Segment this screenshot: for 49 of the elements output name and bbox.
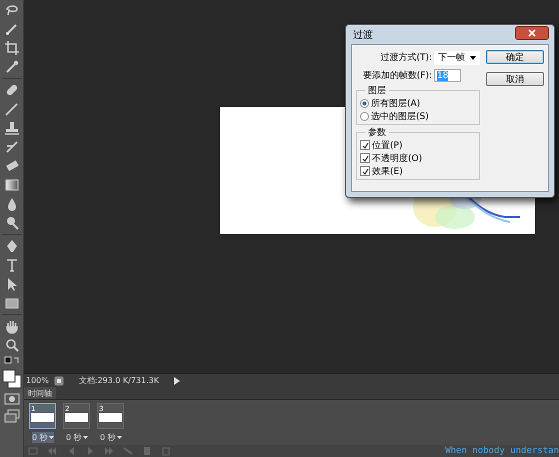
frame-delay[interactable]: 0 秒 <box>66 432 88 443</box>
option-label: 效果(E) <box>372 166 403 178</box>
history-brush-icon[interactable] <box>4 139 20 155</box>
close-button[interactable] <box>515 26 549 40</box>
frame-thumbnail <box>31 413 54 422</box>
frame-thumbnail <box>65 413 88 422</box>
group-title: 参数 <box>365 126 389 139</box>
field-label: 要添加的帧数(F): <box>362 70 432 82</box>
crop-icon[interactable] <box>4 40 20 56</box>
field-label: 过渡方式(T): <box>380 52 432 64</box>
eyedropper-icon[interactable] <box>4 59 20 75</box>
option-label: 不透明度(O) <box>372 152 422 164</box>
option-label: 选中的图层(S) <box>371 110 429 122</box>
caret-icon <box>48 436 54 439</box>
eraser-icon[interactable] <box>4 158 20 174</box>
caret-icon <box>116 436 122 439</box>
swap-colors-icon[interactable] <box>4 356 20 366</box>
quick-mask-icon[interactable] <box>4 392 20 406</box>
transition-dropdown[interactable]: 下一帧 <box>434 50 480 64</box>
caption-text: When nobody understan <box>445 446 559 456</box>
frame-delay[interactable]: 0 秒 <box>100 432 122 443</box>
close-icon <box>528 28 536 36</box>
timeline-tab[interactable]: 时间轴 <box>24 387 56 399</box>
frame-thumbnail <box>99 413 122 422</box>
caret-icon <box>82 436 88 439</box>
gradient-icon[interactable] <box>4 177 20 193</box>
radio-button[interactable] <box>360 112 369 120</box>
dialog-title: 过渡 <box>352 28 373 42</box>
cancel-button[interactable]: 取消 <box>486 72 544 86</box>
checkbox[interactable] <box>360 166 370 176</box>
hand-icon[interactable] <box>4 318 20 334</box>
option-label: 位置(P) <box>372 140 402 152</box>
dropdown-arrow-icon <box>470 56 476 60</box>
zoom-level[interactable]: 100% <box>26 376 49 385</box>
stamp-icon[interactable] <box>4 120 20 136</box>
screen-mode-icon[interactable] <box>4 409 20 423</box>
option-label: 所有图层(A) <box>371 98 420 110</box>
group-title: 图层 <box>365 84 389 97</box>
document-info: 文档:293.0 K/731.3K <box>78 375 160 386</box>
brush-icon[interactable] <box>4 101 20 117</box>
color-swatches-icon[interactable] <box>2 369 22 389</box>
status-icon[interactable] <box>54 376 64 386</box>
checkbox[interactable] <box>360 140 370 150</box>
checkbox[interactable] <box>360 153 370 163</box>
zoom-icon[interactable] <box>4 337 20 353</box>
radio-button[interactable] <box>360 98 369 108</box>
play-arrow-icon[interactable] <box>174 376 180 384</box>
ok-button[interactable]: 确定 <box>486 50 544 64</box>
frame-delay[interactable]: 0 秒 <box>32 432 54 443</box>
